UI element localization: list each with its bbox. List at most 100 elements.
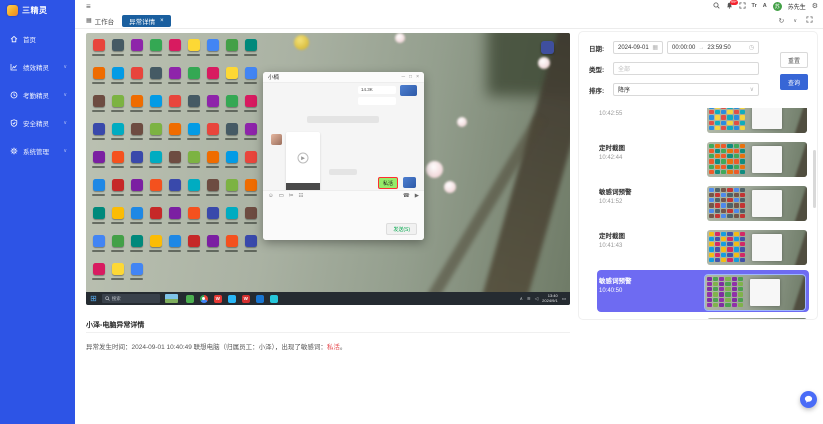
desktop-app-icon: [127, 149, 146, 177]
desktop-app-icon: [146, 65, 165, 93]
sort-select[interactable]: 降序 ∨: [613, 83, 759, 96]
tray-up-icon: ∧: [520, 296, 523, 302]
filter-row-sort: 排序: 降序 ∨: [589, 83, 807, 96]
collapse-menu-icon[interactable]: ≡: [86, 2, 91, 11]
date-picker[interactable]: 2024-09-01 ▦: [613, 41, 663, 54]
thumbnail-icon-grid: [709, 188, 745, 218]
date-value: 2024-09-01: [618, 45, 649, 51]
timeline-item[interactable]: 敏感词预警10:40:50: [597, 270, 809, 312]
tab-workbench[interactable]: ▦ 工作台: [86, 16, 114, 26]
chat-system-message: [307, 116, 379, 123]
desktop-app-icon: [108, 37, 127, 65]
chat-message-text: 14.3K: [361, 87, 373, 92]
desktop-app-icon: [146, 121, 165, 149]
desktop-app-icon: [241, 177, 260, 205]
taskbar-app-icon: [200, 295, 208, 303]
sidebar-item-performance[interactable]: 绩效精灵 ∨: [0, 53, 75, 81]
font-size-icon[interactable]: A: [763, 4, 767, 10]
translate-icon[interactable]: Tr: [752, 4, 757, 10]
sidebar-item-system[interactable]: 系统管理 ∨: [0, 137, 75, 165]
send-button: 发送(S): [386, 223, 417, 235]
sidebar-item-security[interactable]: 安全精灵 ∨: [0, 109, 75, 137]
taskbar: ⊞ 搜索 WW ∧ ≋ ◁ 13:40 2024/9/1 ▭: [86, 292, 570, 305]
timeline-item[interactable]: 定时截图10:40:41: [597, 314, 811, 320]
gear-icon: [10, 147, 18, 155]
desktop-app-icon: [184, 149, 203, 177]
chat-window: 小楠 ─ □ × 14.3K ▶: [263, 72, 424, 240]
timeline-thumbnail[interactable]: [707, 142, 807, 177]
timeline-thumbnail[interactable]: [707, 186, 807, 221]
desktop-app-icon: [127, 233, 146, 261]
desktop-app-icon: [127, 65, 146, 93]
desktop-app-icon: [222, 121, 241, 149]
tab-label: 工作台: [95, 16, 115, 26]
thumbnail-branch: [790, 318, 807, 320]
desktop-app-icon: [222, 205, 241, 233]
desktop-app-icon: [127, 37, 146, 65]
desktop-app-icon: [146, 233, 165, 261]
timeline-item-time: 10:42:44: [599, 155, 625, 161]
desktop-app-icon: [127, 177, 146, 205]
desktop-app-icon: [127, 205, 146, 233]
query-button[interactable]: 查询: [780, 74, 808, 90]
detail-text: 2024-09-01 10:40:49 联想电脑（归属员工：小泽），出现了敏感词…: [132, 344, 327, 351]
timeline-item-time: 10:42:55: [599, 111, 625, 117]
system-tray: ∧ ≋ ◁ 13:40 2024/9/1 ▭: [520, 294, 566, 304]
desktop-app-icon: [184, 93, 203, 121]
detail-time-label: 异常发生时间：: [86, 344, 132, 351]
desktop-app-icon: [89, 261, 108, 289]
tab-exception-detail[interactable]: 异常详情 ×: [122, 15, 171, 27]
brand-logo-icon: [7, 5, 18, 16]
sidebar-item-home[interactable]: 首页: [0, 25, 75, 53]
grid-icon: ▦: [86, 17, 92, 24]
timeline-item-title: 敏感词预警: [599, 186, 632, 196]
desktop-app-icon: [108, 65, 127, 93]
desktop-app-icon: [165, 149, 184, 177]
desktop-app-icon: [146, 93, 165, 121]
clock-icon: [10, 91, 18, 99]
settings-gear-icon[interactable]: ⚙: [812, 3, 818, 10]
sidebar: 三精灵 首页 绩效精灵 ∨ 考勤精灵 ∨ 安全精灵 ∨: [0, 0, 75, 424]
desktop-app-icon: [165, 121, 184, 149]
scissors-icon: ✂: [289, 193, 294, 199]
timeline-thumbnail[interactable]: [707, 108, 807, 133]
type-label: 类型:: [589, 64, 609, 74]
timeline-item[interactable]: 定时截图10:42:44: [597, 138, 811, 182]
avatar[interactable]: 苏: [773, 2, 782, 11]
close-icon[interactable]: ×: [160, 18, 164, 24]
fullscreen-icon[interactable]: [739, 2, 746, 11]
desktop-app-icon: [165, 93, 184, 121]
refresh-icon[interactable]: ↻: [778, 17, 784, 25]
notification-bell-icon[interactable]: 99+: [726, 2, 733, 11]
notification-badge: 99+: [730, 0, 739, 5]
chevron-down-icon: ∨: [63, 120, 67, 126]
desktop-app-icon: [108, 233, 127, 261]
search-icon[interactable]: [713, 2, 720, 11]
timeline-item[interactable]: 定时截图10:41:43: [597, 226, 811, 270]
reset-button[interactable]: 重置: [780, 52, 808, 68]
timeline-item-title: 定时截图: [599, 230, 625, 240]
time-range-picker[interactable]: 00:00:00 → 23:59:50 ◷: [667, 41, 759, 54]
scrollbar-thumb[interactable]: [813, 150, 816, 208]
timeline-thumbnail[interactable]: [707, 230, 807, 265]
floating-assistant-button[interactable]: [800, 391, 817, 408]
timeline-thumbnail[interactable]: [705, 275, 805, 310]
search-icon: [105, 296, 110, 301]
chevron-down-icon[interactable]: ∨: [793, 18, 797, 24]
filter-row-type: 类型: 全部: [589, 62, 807, 75]
desktop-app-icon: [89, 65, 108, 93]
timeline-item-text: 定时截图10:41:43: [599, 230, 625, 249]
desktop-app-icon: [222, 37, 241, 65]
sidebar-item-attendance[interactable]: 考勤精灵 ∨: [0, 81, 75, 109]
home-icon: [10, 35, 18, 43]
timeline-thumbnail[interactable]: [707, 318, 807, 320]
timeline-item-title: 敏感词预警: [599, 275, 632, 285]
desktop-app-icon: [146, 149, 165, 177]
timeline-item[interactable]: 定时截图10:42:55: [597, 108, 811, 138]
desktop-app-icon: [241, 233, 260, 261]
type-input[interactable]: 全部: [613, 62, 759, 75]
user-name: 苏先生: [788, 2, 806, 11]
expand-icon[interactable]: [806, 16, 813, 25]
taskbar-app-icon: W: [214, 295, 222, 303]
timeline-item[interactable]: 敏感词预警10:41:52: [597, 182, 811, 226]
